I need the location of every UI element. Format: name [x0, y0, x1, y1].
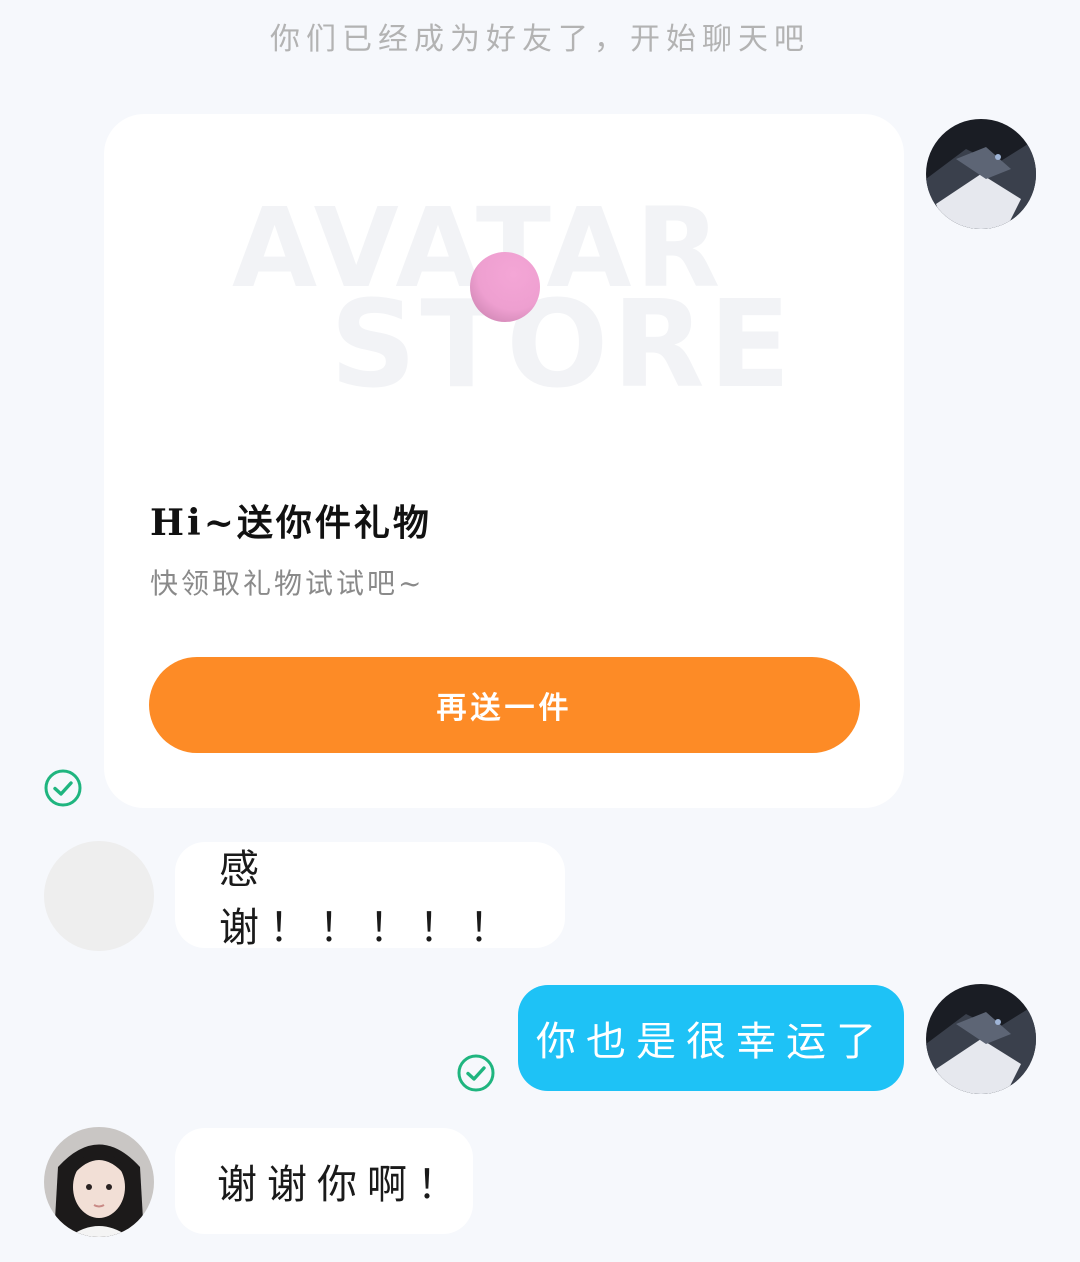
- gift-ball-icon: [470, 252, 540, 322]
- message-bubble-sent[interactable]: 你也是很幸运了: [518, 985, 904, 1091]
- message-bubble-received[interactable]: 感谢！！！！！: [175, 842, 565, 951]
- message-text: 谢谢你啊！: [217, 1162, 467, 1208]
- send-another-gift-button[interactable]: 再送一件: [149, 657, 860, 753]
- message-text: 你也是很幸运了: [536, 1019, 886, 1065]
- my-avatar[interactable]: [926, 119, 1036, 229]
- check-circle-icon: [44, 769, 82, 807]
- gift-card[interactable]: AVATAR STORE Hi~送你件礼物 快领取礼物试试吧~ 再送一件: [104, 114, 904, 808]
- system-tip: 你们已经成为好友了，开始聊天吧: [270, 22, 810, 57]
- message-bubble-received[interactable]: 谢谢你啊！: [175, 1128, 473, 1234]
- gift-title: Hi~送你件礼物: [150, 502, 432, 544]
- friend-avatar-placeholder[interactable]: [44, 841, 154, 951]
- watermark-line2: STORE: [330, 276, 795, 415]
- friend-avatar[interactable]: [44, 1127, 154, 1237]
- my-avatar[interactable]: [926, 984, 1036, 1094]
- gift-description: 快领取礼物试试吧~: [150, 567, 425, 600]
- gift-image: AVATAR STORE: [104, 114, 904, 444]
- message-text: 感谢！！！！！: [219, 847, 519, 951]
- check-circle-icon: [457, 1054, 495, 1092]
